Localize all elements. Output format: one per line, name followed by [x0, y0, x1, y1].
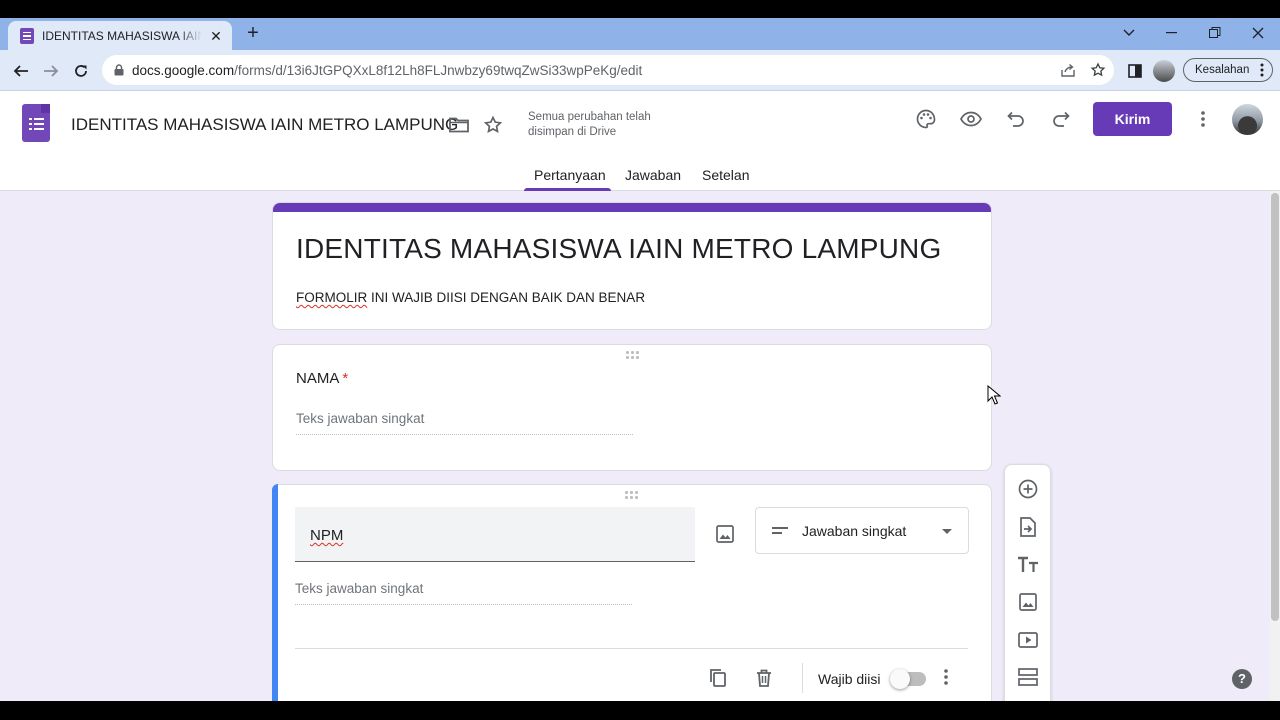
- question-type-dropdown[interactable]: Jawaban singkat: [755, 507, 969, 554]
- profile-chip-label: Kesalahan: [1195, 64, 1250, 76]
- new-tab-button[interactable]: +: [242, 22, 264, 44]
- add-image-icon[interactable]: [1016, 590, 1040, 614]
- form-title-card[interactable]: IDENTITAS MAHASISWA IAIN METRO LAMPUNG F…: [272, 202, 992, 330]
- form-description[interactable]: FORMOLIR INI WAJIB DIISI DENGAN BAIK DAN…: [296, 290, 645, 305]
- preview-eye-icon[interactable]: [959, 107, 983, 131]
- toggle-knob: [890, 669, 910, 689]
- floating-add-toolbar: [1004, 464, 1051, 701]
- minimize-icon[interactable]: [1158, 22, 1186, 44]
- add-section-icon[interactable]: [1016, 665, 1040, 689]
- form-tabs: Pertanyaan Jawaban Setelan: [0, 161, 1280, 191]
- window-close-icon[interactable]: [1244, 22, 1272, 44]
- required-toggle[interactable]: [890, 669, 926, 689]
- title-text-icon[interactable]: [1016, 553, 1040, 577]
- tab-responses[interactable]: Jawaban: [625, 167, 681, 183]
- address-bar[interactable]: docs.google.com/forms/d/13i6JtGPQXxL8f12…: [102, 55, 1114, 85]
- tab-close-icon[interactable]: ✕: [208, 28, 224, 44]
- theme-color-band: [273, 203, 991, 212]
- send-button[interactable]: Kirim: [1093, 102, 1172, 136]
- active-tab-indicator: [524, 188, 611, 191]
- help-icon[interactable]: ?: [1232, 669, 1252, 689]
- share-icon[interactable]: [1059, 61, 1077, 79]
- short-answer-placeholder: Teks jawaban singkat: [295, 581, 632, 605]
- question-card-nama[interactable]: NAMA * Teks jawaban singkat: [272, 344, 992, 471]
- folder-icon[interactable]: [447, 113, 471, 137]
- required-asterisk: *: [342, 370, 349, 387]
- duplicate-icon[interactable]: [707, 667, 729, 689]
- browser-toolbar: docs.google.com/forms/d/13i6JtGPQXxL8f12…: [0, 50, 1280, 91]
- undo-icon[interactable]: [1004, 107, 1028, 131]
- url-host: docs.google.com: [132, 62, 235, 78]
- account-avatar[interactable]: [1232, 104, 1263, 135]
- more-vert-icon[interactable]: [1191, 107, 1215, 131]
- restore-icon[interactable]: [1201, 22, 1229, 44]
- forms-logo-icon[interactable]: [22, 104, 50, 142]
- question-title: NAMA *: [296, 370, 348, 387]
- redo-icon[interactable]: [1049, 107, 1073, 131]
- form-title[interactable]: IDENTITAS MAHASISWA IAIN METRO LAMPUNG: [296, 233, 941, 265]
- url-text: docs.google.com/forms/d/13i6JtGPQXxL8f12…: [132, 63, 642, 78]
- palette-icon[interactable]: [914, 107, 938, 131]
- save-status-text: Semua perubahan telah disimpan di Drive: [528, 111, 651, 138]
- forms-app: IDENTITAS MAHASISWA IAIN METRO LAMPUNG S…: [0, 91, 1280, 701]
- url-path: /forms/d/13i6JtGPQXxL8f12Lh8FLJnwbzy69tw…: [234, 62, 643, 78]
- browser-profile-avatar[interactable]: [1153, 60, 1175, 82]
- tab-search-chevron-icon[interactable]: [1115, 22, 1143, 44]
- screen-bottom-edge: [0, 701, 1280, 720]
- tab-settings[interactable]: Setelan: [702, 167, 749, 183]
- scrollbar-thumb[interactable]: [1271, 193, 1279, 621]
- question-card-npm[interactable]: NPM Jawaban singkat Teks jawaban singkat…: [272, 484, 992, 701]
- mouse-cursor-icon: [987, 385, 1001, 405]
- question-title-text: NAMA: [296, 370, 340, 387]
- screen-top-edge: [0, 0, 1280, 18]
- bookmark-star-icon[interactable]: [1089, 61, 1107, 79]
- add-image-icon[interactable]: [712, 521, 738, 547]
- document-title[interactable]: IDENTITAS MAHASISWA IAIN METRO LAMPUNG: [71, 115, 458, 135]
- forward-arrow-icon[interactable]: [39, 59, 63, 83]
- import-questions-icon[interactable]: [1016, 515, 1040, 539]
- browser-tab[interactable]: IDENTITAS MAHASISWA IAIN METRO LAMPUNG ✕: [8, 21, 232, 50]
- reload-icon[interactable]: [69, 59, 93, 83]
- forms-header: IDENTITAS MAHASISWA IAIN METRO LAMPUNG S…: [0, 91, 1280, 191]
- browser-tab-title: IDENTITAS MAHASISWA IAIN METRO LAMPUNG: [42, 28, 202, 43]
- question-footer-divider: [295, 648, 968, 649]
- page-scrollbar[interactable]: [1270, 191, 1280, 701]
- form-description-rest: INI WAJIB DIISI DENGAN BAIK DAN BENAR: [367, 290, 646, 305]
- drag-handle-icon[interactable]: [625, 491, 641, 501]
- delete-trash-icon[interactable]: [753, 667, 775, 689]
- drag-handle-icon[interactable]: [626, 351, 642, 361]
- forms-favicon-icon: [20, 27, 34, 44]
- tab-questions[interactable]: Pertanyaan: [534, 167, 606, 183]
- short-answer-icon: [772, 527, 788, 534]
- add-video-icon[interactable]: [1016, 628, 1040, 652]
- dropdown-arrow-icon: [942, 529, 952, 534]
- question-type-label: Jawaban singkat: [802, 523, 907, 539]
- misspelled-word: FORMOLIR: [296, 290, 368, 305]
- chrome-menu-icon: [1260, 63, 1264, 77]
- footer-separator: [802, 663, 803, 693]
- active-question-indicator: [272, 484, 278, 701]
- add-question-icon[interactable]: [1016, 477, 1040, 501]
- short-answer-placeholder: Teks jawaban singkat: [296, 411, 633, 435]
- profile-error-chip[interactable]: Kesalahan: [1183, 58, 1273, 82]
- required-toggle-label: Wajib diisi: [818, 671, 881, 687]
- question-title-input[interactable]: NPM: [295, 507, 695, 562]
- question-title-text: NPM: [310, 527, 344, 544]
- back-arrow-icon[interactable]: [9, 59, 33, 83]
- lock-icon: [114, 64, 124, 76]
- star-icon[interactable]: [481, 113, 505, 137]
- side-panel-icon[interactable]: [1123, 59, 1147, 83]
- question-more-vert-icon[interactable]: [944, 669, 948, 685]
